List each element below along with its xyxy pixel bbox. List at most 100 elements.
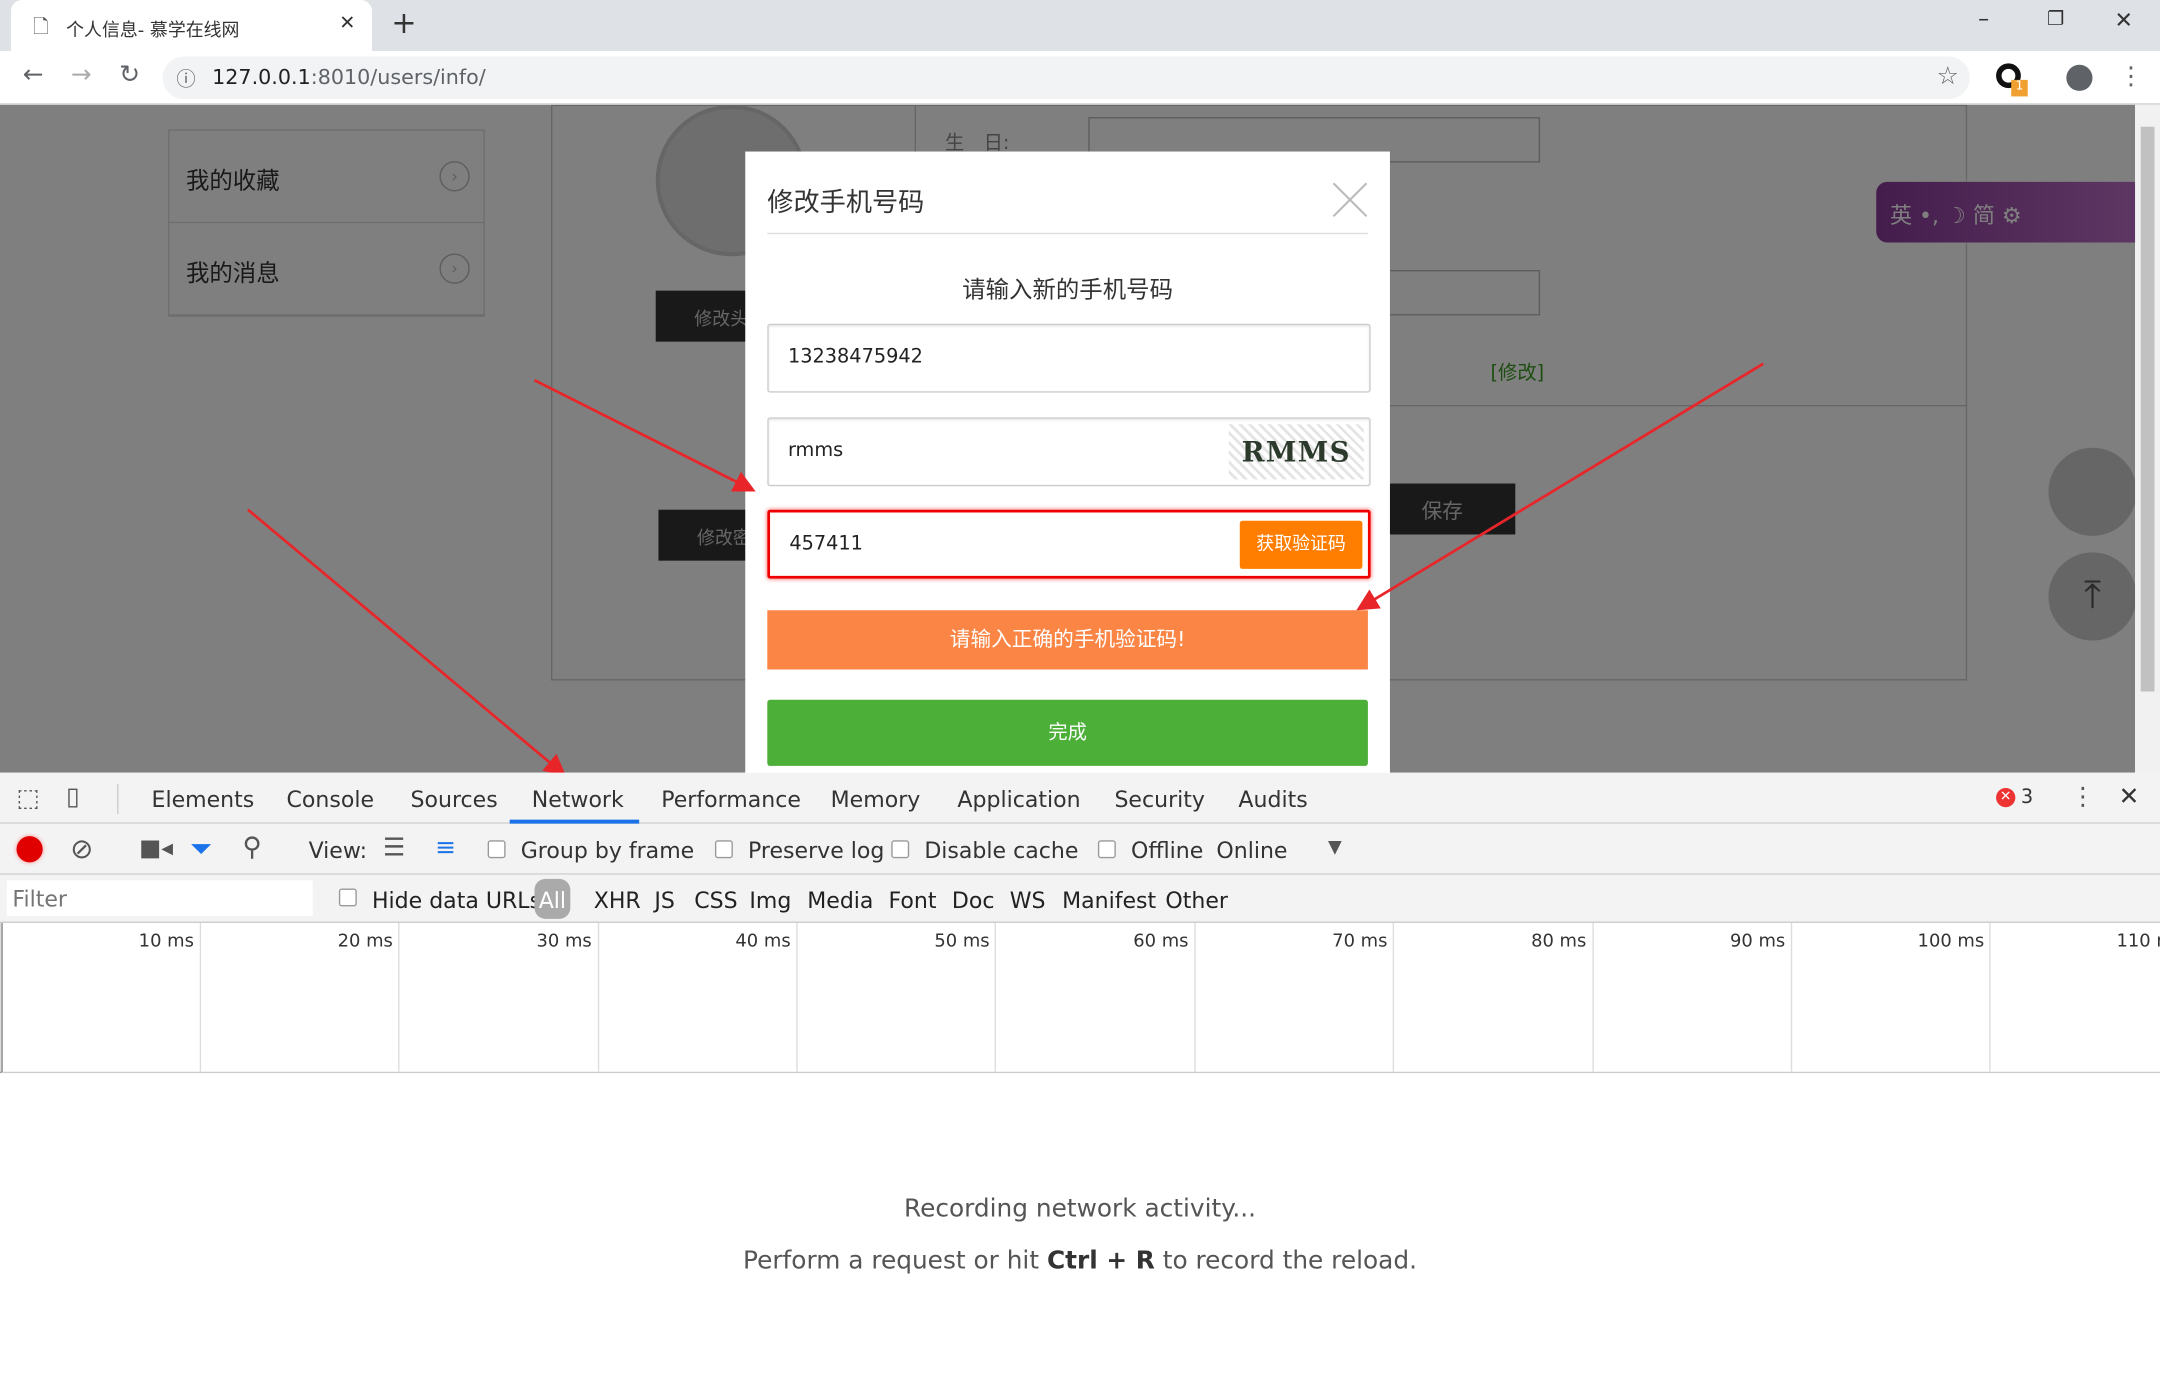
large-rows-icon[interactable]: ☰ — [383, 833, 405, 862]
page-icon: 🗋 — [33, 16, 49, 39]
timeline-tick: 10 ms — [0, 922, 200, 1072]
throttle-select[interactable]: Online — [1216, 838, 1287, 864]
device-toolbar-icon[interactable]: ▯ — [66, 782, 80, 811]
tab-title: 个人信息- 慕学在线网 — [66, 20, 240, 42]
arrow — [1356, 362, 1764, 611]
tick-label: 10 ms — [138, 931, 194, 952]
reload-hint: Perform a request or hit Ctrl + R to rec… — [0, 1247, 2160, 1276]
offline-label: Offline — [1130, 837, 1204, 864]
new-tab-button[interactable]: + — [391, 7, 416, 41]
preserve-log-label: Preserve log — [748, 837, 885, 864]
divider — [117, 783, 119, 815]
tab-strip: 🗋 个人信息- 慕学在线网 ✕ + – ❐ ✕ — [0, 0, 2160, 51]
filter-icon[interactable]: ⏷ — [190, 832, 212, 865]
disable-cache-checkbox[interactable] — [891, 840, 910, 859]
timeline-tick: 40 ms — [597, 922, 796, 1072]
hint-text: to record the reload. — [1154, 1246, 1417, 1276]
scrollbar-thumb[interactable] — [2140, 126, 2155, 692]
bookmark-star-icon[interactable]: ☆ — [1937, 62, 1959, 91]
close-devtools-icon[interactable]: ✕ — [2119, 782, 2140, 811]
tick-label: 110 ms — [2116, 931, 2160, 952]
clear-icon[interactable]: ⊘ — [70, 832, 93, 865]
search-icon[interactable]: ⚲ — [242, 832, 261, 862]
recording-message: Recording network activity... — [903, 1194, 1256, 1224]
tick-label: 70 ms — [1332, 931, 1388, 952]
reload-icon[interactable]: ↻ — [113, 61, 146, 90]
group-by-frame-label: Group by frame — [520, 837, 695, 864]
offline-checkbox[interactable] — [1097, 840, 1116, 859]
tick-label: 20 ms — [337, 931, 393, 952]
type-filter-all[interactable]: All — [534, 878, 571, 919]
network-toolbar: ⊘ ■◂ ⏷ ⚲ View: ☰ ≡ Group by frame Preser… — [0, 823, 2160, 875]
timeline-tick: 70 ms — [1194, 922, 1393, 1072]
capture-screenshots-icon[interactable]: ■◂ — [139, 835, 173, 863]
filter-row: Hide data URLs All XHR JS CSS Img Media … — [0, 874, 2160, 923]
type-filter-css[interactable]: CSS — [694, 887, 737, 913]
tab-elements[interactable]: Elements — [152, 787, 255, 813]
type-filter-xhr[interactable]: XHR — [594, 887, 641, 913]
timeline-tick: 50 ms — [796, 922, 995, 1072]
devtools-panel: ⬚ ▯ Elements Console Sources Network Per… — [0, 772, 2160, 1394]
back-icon[interactable]: ← — [17, 61, 50, 90]
forward-icon[interactable]: → — [65, 61, 98, 90]
type-filter-img[interactable]: Img — [749, 887, 791, 913]
extension-badge: 1 — [2011, 79, 2028, 97]
group-by-frame-checkbox[interactable] — [487, 840, 506, 859]
profile-avatar-icon[interactable] — [2066, 64, 2093, 91]
restore-icon[interactable]: ❐ — [2047, 8, 2064, 30]
timeline-tick: 30 ms — [398, 922, 597, 1072]
hint-text: Perform a request or hit — [743, 1246, 1047, 1276]
disable-cache-label: Disable cache — [924, 837, 1079, 864]
menu-kebab-icon[interactable]: ⋮ — [2119, 62, 2144, 91]
inspect-element-icon[interactable]: ⬚ — [17, 784, 40, 813]
tab-performance[interactable]: Performance — [661, 787, 801, 813]
type-filter-doc[interactable]: Doc — [952, 887, 995, 913]
devtools-menu-icon[interactable]: ⋮ — [2070, 782, 2095, 811]
tab-application[interactable]: Application — [957, 787, 1080, 813]
timeline-tick: 60 ms — [995, 922, 1194, 1072]
tick-label: 50 ms — [934, 931, 990, 952]
page-scrollbar[interactable] — [2135, 104, 2160, 773]
tick-label: 80 ms — [1531, 931, 1587, 952]
close-tab-icon[interactable]: ✕ — [339, 12, 355, 34]
tab-sources[interactable]: Sources — [411, 787, 498, 813]
type-filter-media[interactable]: Media — [807, 887, 873, 913]
tab-memory[interactable]: Memory — [831, 787, 921, 813]
tab-audits[interactable]: Audits — [1238, 787, 1307, 813]
timeline-tick: 110 ms — [1989, 922, 2160, 1072]
timeline-tick: 90 ms — [1591, 922, 1791, 1072]
arrow — [247, 508, 567, 773]
view-label: View: — [308, 837, 368, 864]
close-window-icon[interactable]: ✕ — [2115, 7, 2133, 33]
type-filter-manifest[interactable]: Manifest — [1062, 887, 1156, 913]
address-bar[interactable]: ⓘ 127.0.0.1:8010/users/info/ ☆ — [162, 56, 1970, 100]
tab-security[interactable]: Security — [1114, 787, 1205, 813]
tick-label: 100 ms — [1917, 931, 1985, 952]
tick-label: 60 ms — [1133, 931, 1189, 952]
annotation-arrows — [247, 362, 1764, 773]
dropdown-arrow-icon[interactable]: ▼ — [1328, 838, 1342, 859]
timeline-tick: 80 ms — [1392, 922, 1592, 1072]
type-filter-ws[interactable]: WS — [1010, 887, 1046, 913]
url-host: 127.0.0.1 — [212, 64, 311, 90]
type-filter-other[interactable]: Other — [1165, 887, 1228, 913]
type-filter-js[interactable]: JS — [654, 887, 674, 913]
tick-label: 40 ms — [735, 931, 791, 952]
minimize-icon[interactable]: – — [1978, 6, 1989, 32]
tick-label: 30 ms — [536, 931, 592, 952]
arrow — [533, 378, 756, 492]
preserve-log-checkbox[interactable] — [714, 840, 733, 859]
tab-console[interactable]: Console — [287, 787, 374, 813]
network-overview-timeline[interactable]: 10 ms 20 ms 30 ms 40 ms 50 ms 60 ms 70 ms 80 ms… — [0, 922, 2160, 1074]
error-icon[interactable]: ✕ — [1996, 787, 2016, 808]
url-path: :8010/users/info/ — [310, 64, 486, 90]
browser-tab[interactable]: 🗋 个人信息- 慕学在线网 ✕ — [11, 0, 372, 51]
hide-data-urls-checkbox[interactable] — [338, 888, 357, 907]
waterfall-icon[interactable]: ≡ — [435, 833, 456, 862]
record-button[interactable] — [16, 836, 43, 863]
tab-network[interactable]: Network — [532, 787, 624, 813]
tick-label: 90 ms — [1730, 931, 1786, 952]
filter-input[interactable] — [6, 880, 313, 917]
error-count[interactable]: 3 — [2021, 787, 2033, 809]
type-filter-font[interactable]: Font — [889, 887, 937, 913]
